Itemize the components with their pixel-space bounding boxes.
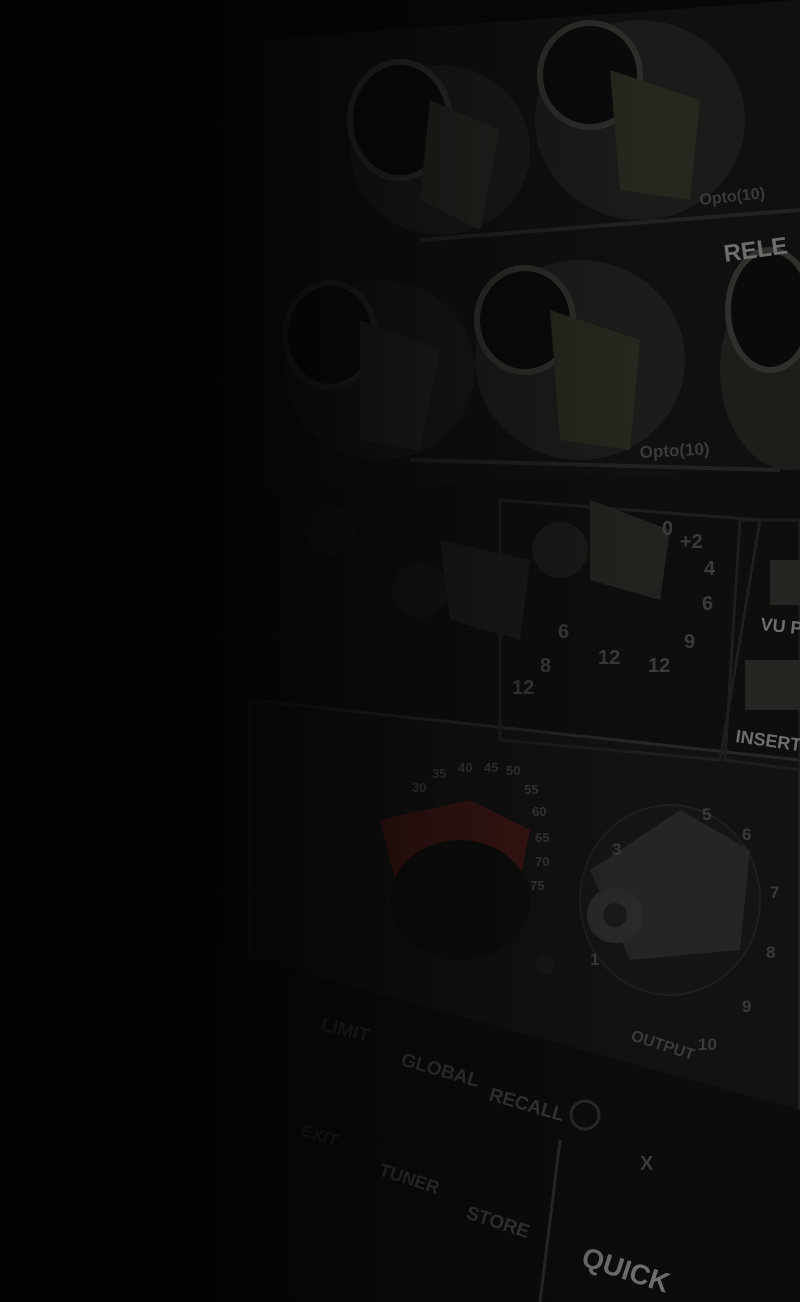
x-key-label: X xyxy=(640,1153,654,1175)
svg-text:40: 40 xyxy=(458,760,472,775)
svg-text:60: 60 xyxy=(532,804,546,819)
svg-text:9: 9 xyxy=(742,997,751,1016)
svg-text:6: 6 xyxy=(558,621,569,643)
opto-lower-label: Opto(10) xyxy=(639,439,710,462)
output-knob xyxy=(579,804,761,996)
svg-text:7: 7 xyxy=(770,883,779,902)
svg-text:8: 8 xyxy=(540,655,551,677)
svg-text:+2: +2 xyxy=(680,531,703,553)
svg-text:3: 3 xyxy=(612,840,621,859)
svg-text:50: 50 xyxy=(506,763,520,778)
knob-mid-center xyxy=(474,260,685,460)
svg-text:6: 6 xyxy=(742,825,751,844)
svg-text:12: 12 xyxy=(648,655,670,677)
svg-text:55: 55 xyxy=(524,782,538,797)
svg-text:8: 8 xyxy=(766,943,775,962)
studio-gear-photo: Opto(10) RELE Opto(10) VU PR INSERT OUTP… xyxy=(0,0,800,1302)
svg-text:45: 45 xyxy=(484,760,498,775)
hardware-illustration: Opto(10) RELE Opto(10) VU PR INSERT OUTP… xyxy=(220,0,800,1302)
svg-text:75: 75 xyxy=(530,878,544,893)
svg-text:6: 6 xyxy=(702,593,713,615)
svg-text:12: 12 xyxy=(512,677,534,699)
svg-text:35: 35 xyxy=(432,766,446,781)
svg-text:12: 12 xyxy=(598,647,620,669)
svg-text:10: 10 xyxy=(698,1035,717,1054)
knob-mid-left xyxy=(282,280,475,460)
svg-text:1: 1 xyxy=(590,950,599,969)
svg-text:30: 30 xyxy=(412,780,426,795)
svg-text:70: 70 xyxy=(535,854,549,869)
svg-text:9: 9 xyxy=(684,631,695,653)
svg-text:4: 4 xyxy=(704,558,716,580)
svg-text:65: 65 xyxy=(535,830,549,845)
svg-text:0: 0 xyxy=(662,518,673,540)
svg-text:5: 5 xyxy=(702,805,711,824)
